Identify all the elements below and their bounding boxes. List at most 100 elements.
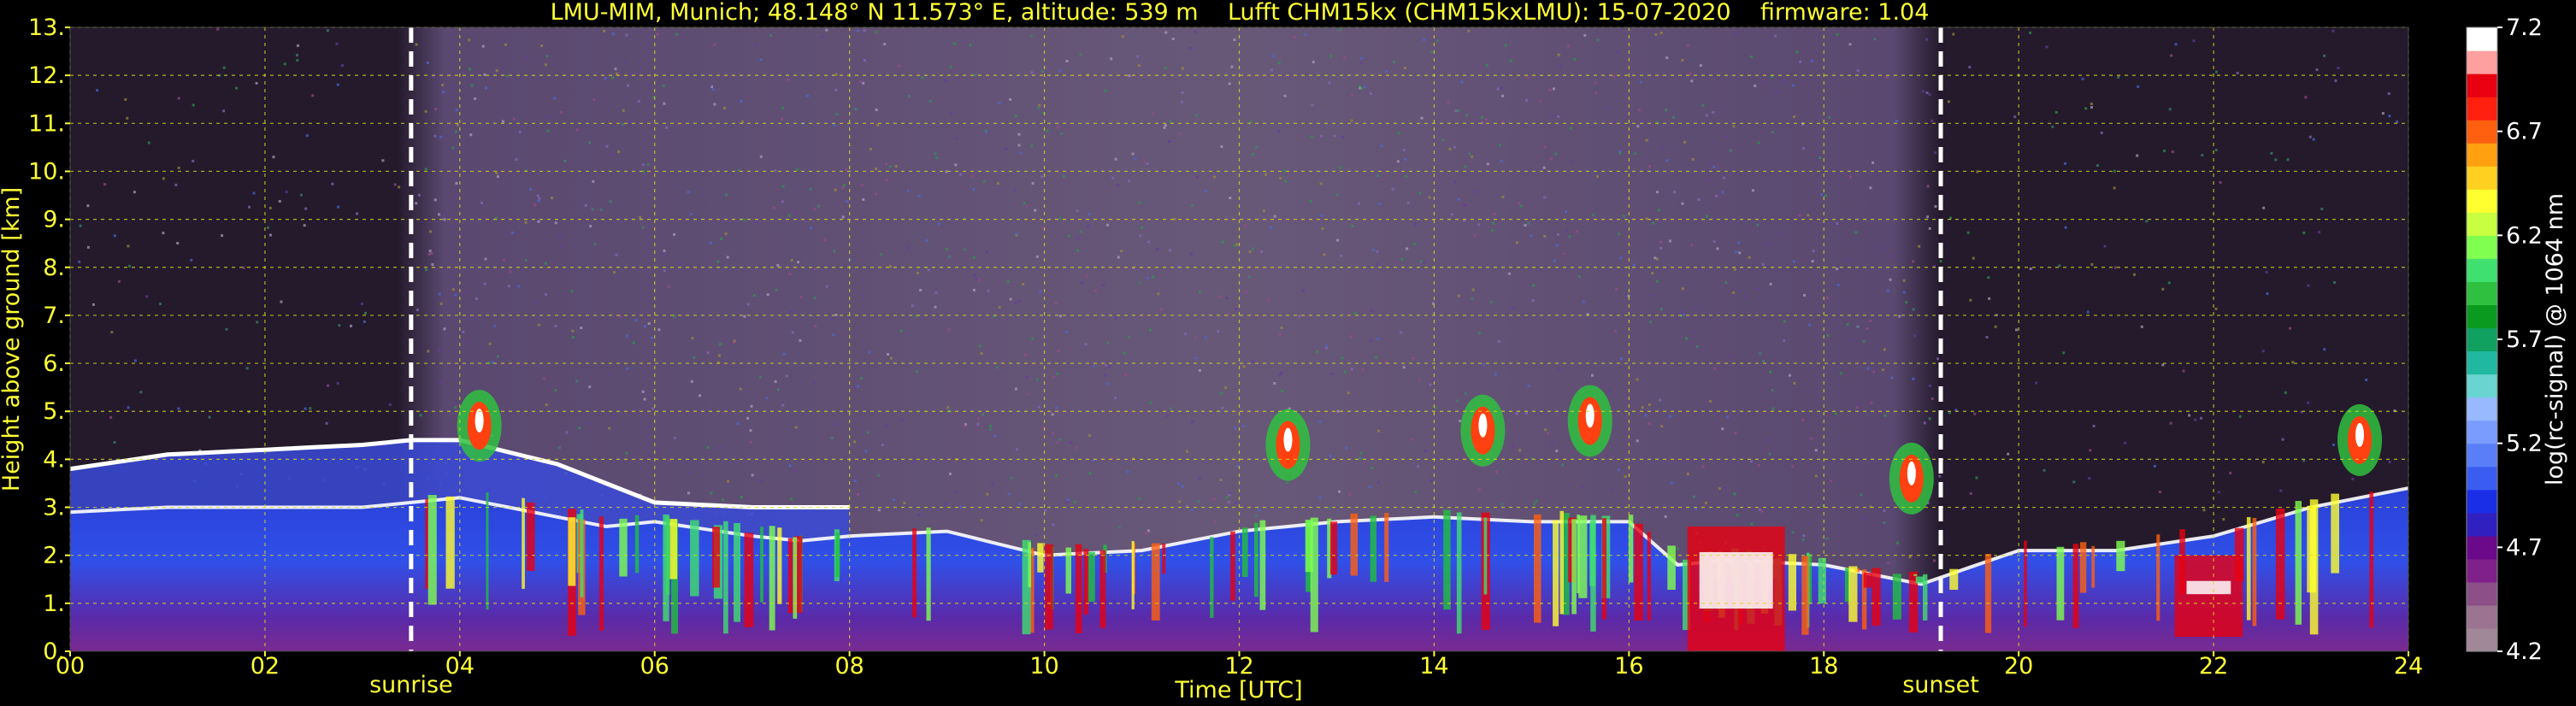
noise-dot bbox=[1037, 106, 1040, 109]
noise-dot bbox=[1350, 119, 1353, 122]
noise-dot bbox=[1798, 214, 1801, 217]
precip-streak bbox=[634, 515, 640, 574]
noise-dot bbox=[841, 215, 845, 219]
noise-dot bbox=[1596, 38, 1600, 42]
noise-dot bbox=[1252, 247, 1254, 250]
noise-dot bbox=[1035, 255, 1039, 258]
noise-dot bbox=[1519, 204, 1523, 208]
noise-dot bbox=[842, 184, 846, 187]
noise-dot bbox=[1235, 243, 1239, 246]
noise-dot bbox=[814, 268, 816, 271]
noise-dot bbox=[832, 123, 835, 126]
noise-dot bbox=[772, 206, 775, 209]
noise-dot bbox=[2100, 131, 2103, 134]
noise-dot bbox=[1862, 517, 1866, 521]
noise-dot bbox=[1065, 500, 1069, 503]
noise-dot bbox=[1171, 38, 1175, 40]
noise-dot bbox=[687, 491, 690, 495]
noise-dot bbox=[338, 324, 341, 327]
noise-dot bbox=[256, 321, 259, 324]
noise-dot bbox=[431, 263, 434, 266]
noise-dot bbox=[1336, 409, 1340, 413]
dense-cloud-core bbox=[2186, 580, 2231, 595]
noise-dot bbox=[432, 75, 435, 79]
noise-dot bbox=[1360, 86, 1364, 90]
noise-dot bbox=[1146, 162, 1149, 165]
noise-dot bbox=[481, 44, 485, 48]
noise-dot bbox=[934, 152, 937, 156]
noise-dot bbox=[1157, 292, 1160, 296]
noise-dot bbox=[978, 344, 981, 348]
noise-dot bbox=[2096, 164, 2099, 168]
noise-dot bbox=[1036, 378, 1039, 381]
noise-dot bbox=[2090, 106, 2093, 109]
noise-dot bbox=[1311, 103, 1314, 107]
precip-streak bbox=[1801, 556, 1809, 635]
noise-dot bbox=[1457, 197, 1460, 201]
noise-dot bbox=[1582, 300, 1585, 303]
precip-streak bbox=[1162, 543, 1166, 574]
noise-dot bbox=[1281, 390, 1284, 392]
noise-dot bbox=[2058, 264, 2061, 268]
noise-dot bbox=[540, 44, 543, 48]
noise-dot bbox=[628, 120, 631, 123]
colorbar-swatch bbox=[2467, 281, 2497, 306]
noise-dot bbox=[864, 59, 866, 62]
noise-dot bbox=[438, 292, 441, 296]
noise-dot bbox=[740, 496, 743, 499]
noise-dot bbox=[1883, 509, 1886, 512]
noise-dot bbox=[1114, 316, 1117, 320]
noise-dot bbox=[2274, 158, 2278, 162]
noise-dot bbox=[553, 97, 557, 100]
noise-dot bbox=[2007, 452, 2010, 456]
noise-dot bbox=[1467, 29, 1471, 32]
noise-dot bbox=[1618, 232, 1621, 236]
noise-dot bbox=[1340, 254, 1342, 257]
noise-dot bbox=[1227, 500, 1230, 503]
noise-dot bbox=[1883, 348, 1886, 351]
noise-dot bbox=[751, 474, 754, 477]
noise-dot bbox=[759, 58, 763, 62]
noise-dot bbox=[759, 375, 763, 379]
noise-dot bbox=[906, 189, 910, 192]
noise-dot bbox=[687, 471, 690, 474]
noise-dot bbox=[1792, 260, 1795, 263]
colorbar-swatch bbox=[2467, 489, 2497, 514]
noise-dot bbox=[1335, 193, 1339, 197]
noise-dot bbox=[945, 248, 948, 251]
noise-dot bbox=[1810, 59, 1813, 62]
noise-dot bbox=[1397, 132, 1400, 135]
noise-dot bbox=[880, 253, 883, 256]
noise-dot bbox=[2117, 75, 2120, 79]
noise-dot bbox=[864, 450, 868, 453]
noise-dot bbox=[1761, 262, 1765, 266]
noise-dot bbox=[326, 29, 329, 32]
noise-dot bbox=[1484, 118, 1488, 121]
noise-dot bbox=[1359, 62, 1363, 65]
noise-dot bbox=[814, 325, 817, 328]
noise-dot bbox=[1710, 162, 1713, 165]
noise-dot bbox=[1396, 160, 1400, 163]
noise-dot bbox=[1343, 56, 1347, 59]
noise-dot bbox=[2086, 310, 2090, 314]
noise-dot bbox=[1368, 485, 1371, 489]
noise-dot bbox=[1023, 202, 1026, 205]
noise-dot bbox=[554, 325, 557, 327]
noise-dot bbox=[1828, 116, 1831, 119]
noise-dot bbox=[1636, 125, 1640, 128]
noise-dot bbox=[1348, 492, 1352, 496]
noise-dot bbox=[1031, 337, 1035, 340]
noise-dot bbox=[888, 165, 892, 168]
noise-dot bbox=[1760, 509, 1764, 513]
noise-dot bbox=[1191, 203, 1194, 207]
noise-dot bbox=[1040, 175, 1044, 179]
noise-dot bbox=[883, 43, 887, 46]
y-tick-label: 6. bbox=[43, 350, 65, 377]
noise-dot bbox=[830, 437, 834, 439]
noise-dot bbox=[1371, 467, 1374, 469]
noise-dot bbox=[1312, 61, 1315, 64]
noise-dot bbox=[174, 183, 178, 186]
noise-dot bbox=[875, 192, 878, 196]
noise-dot bbox=[1561, 463, 1565, 467]
noise-dot bbox=[1928, 417, 1931, 421]
